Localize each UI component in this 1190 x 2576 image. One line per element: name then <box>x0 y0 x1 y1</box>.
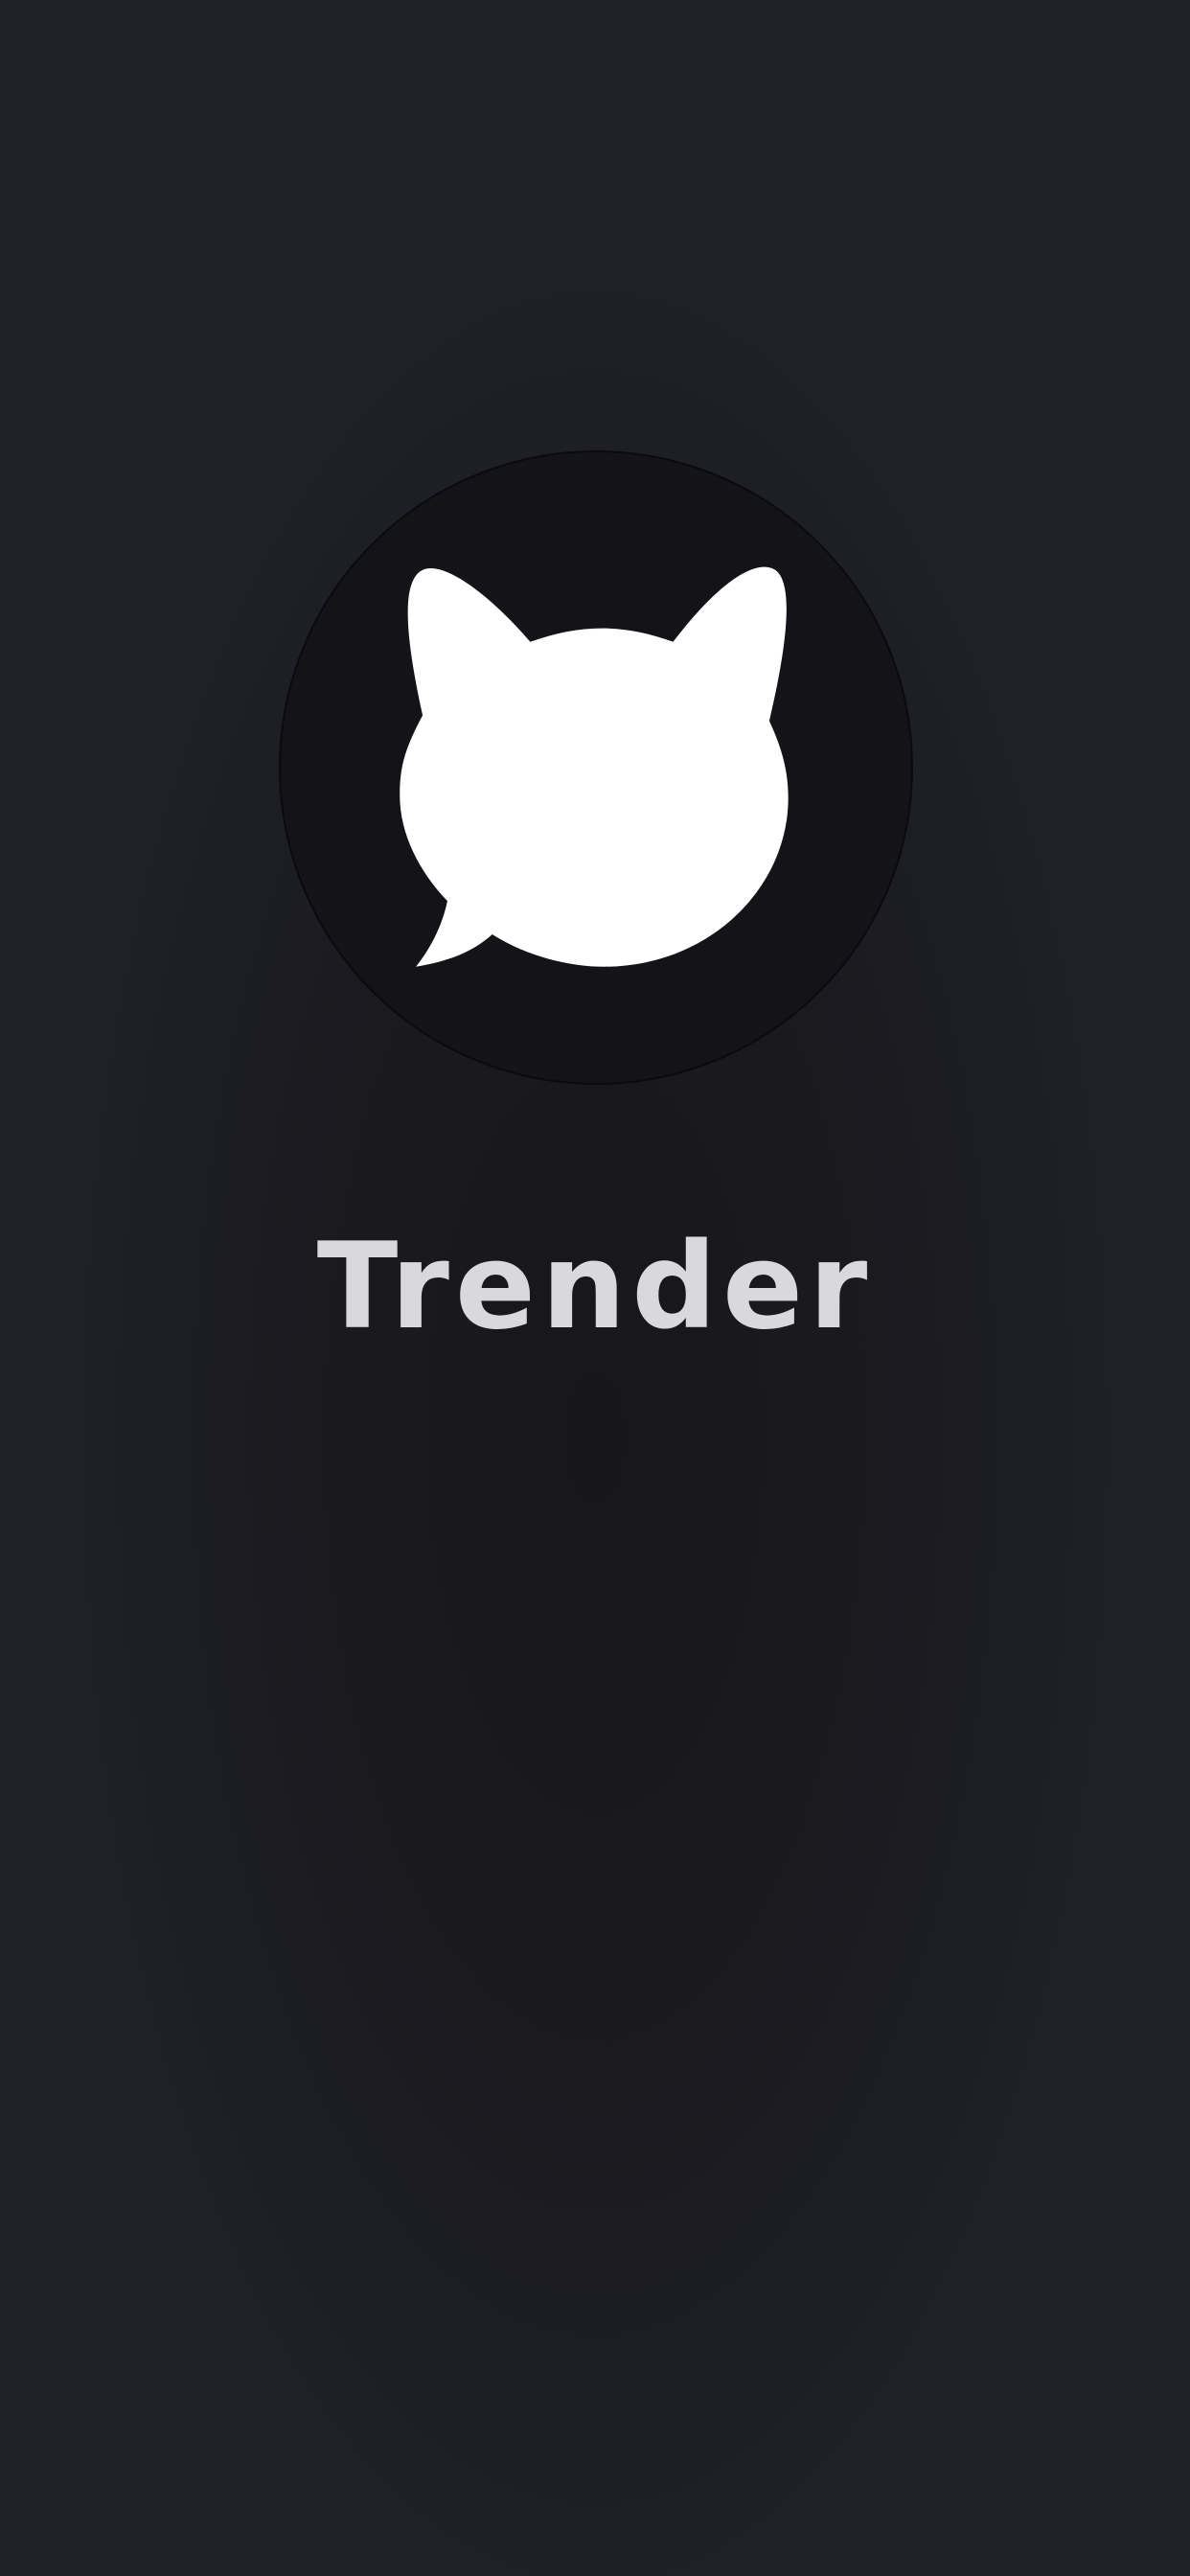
app-name: Trender <box>316 1218 874 1356</box>
app-logo <box>279 450 913 1085</box>
splash-screen: Trender <box>0 0 1190 2576</box>
cat-speech-bubble-icon <box>400 566 789 967</box>
